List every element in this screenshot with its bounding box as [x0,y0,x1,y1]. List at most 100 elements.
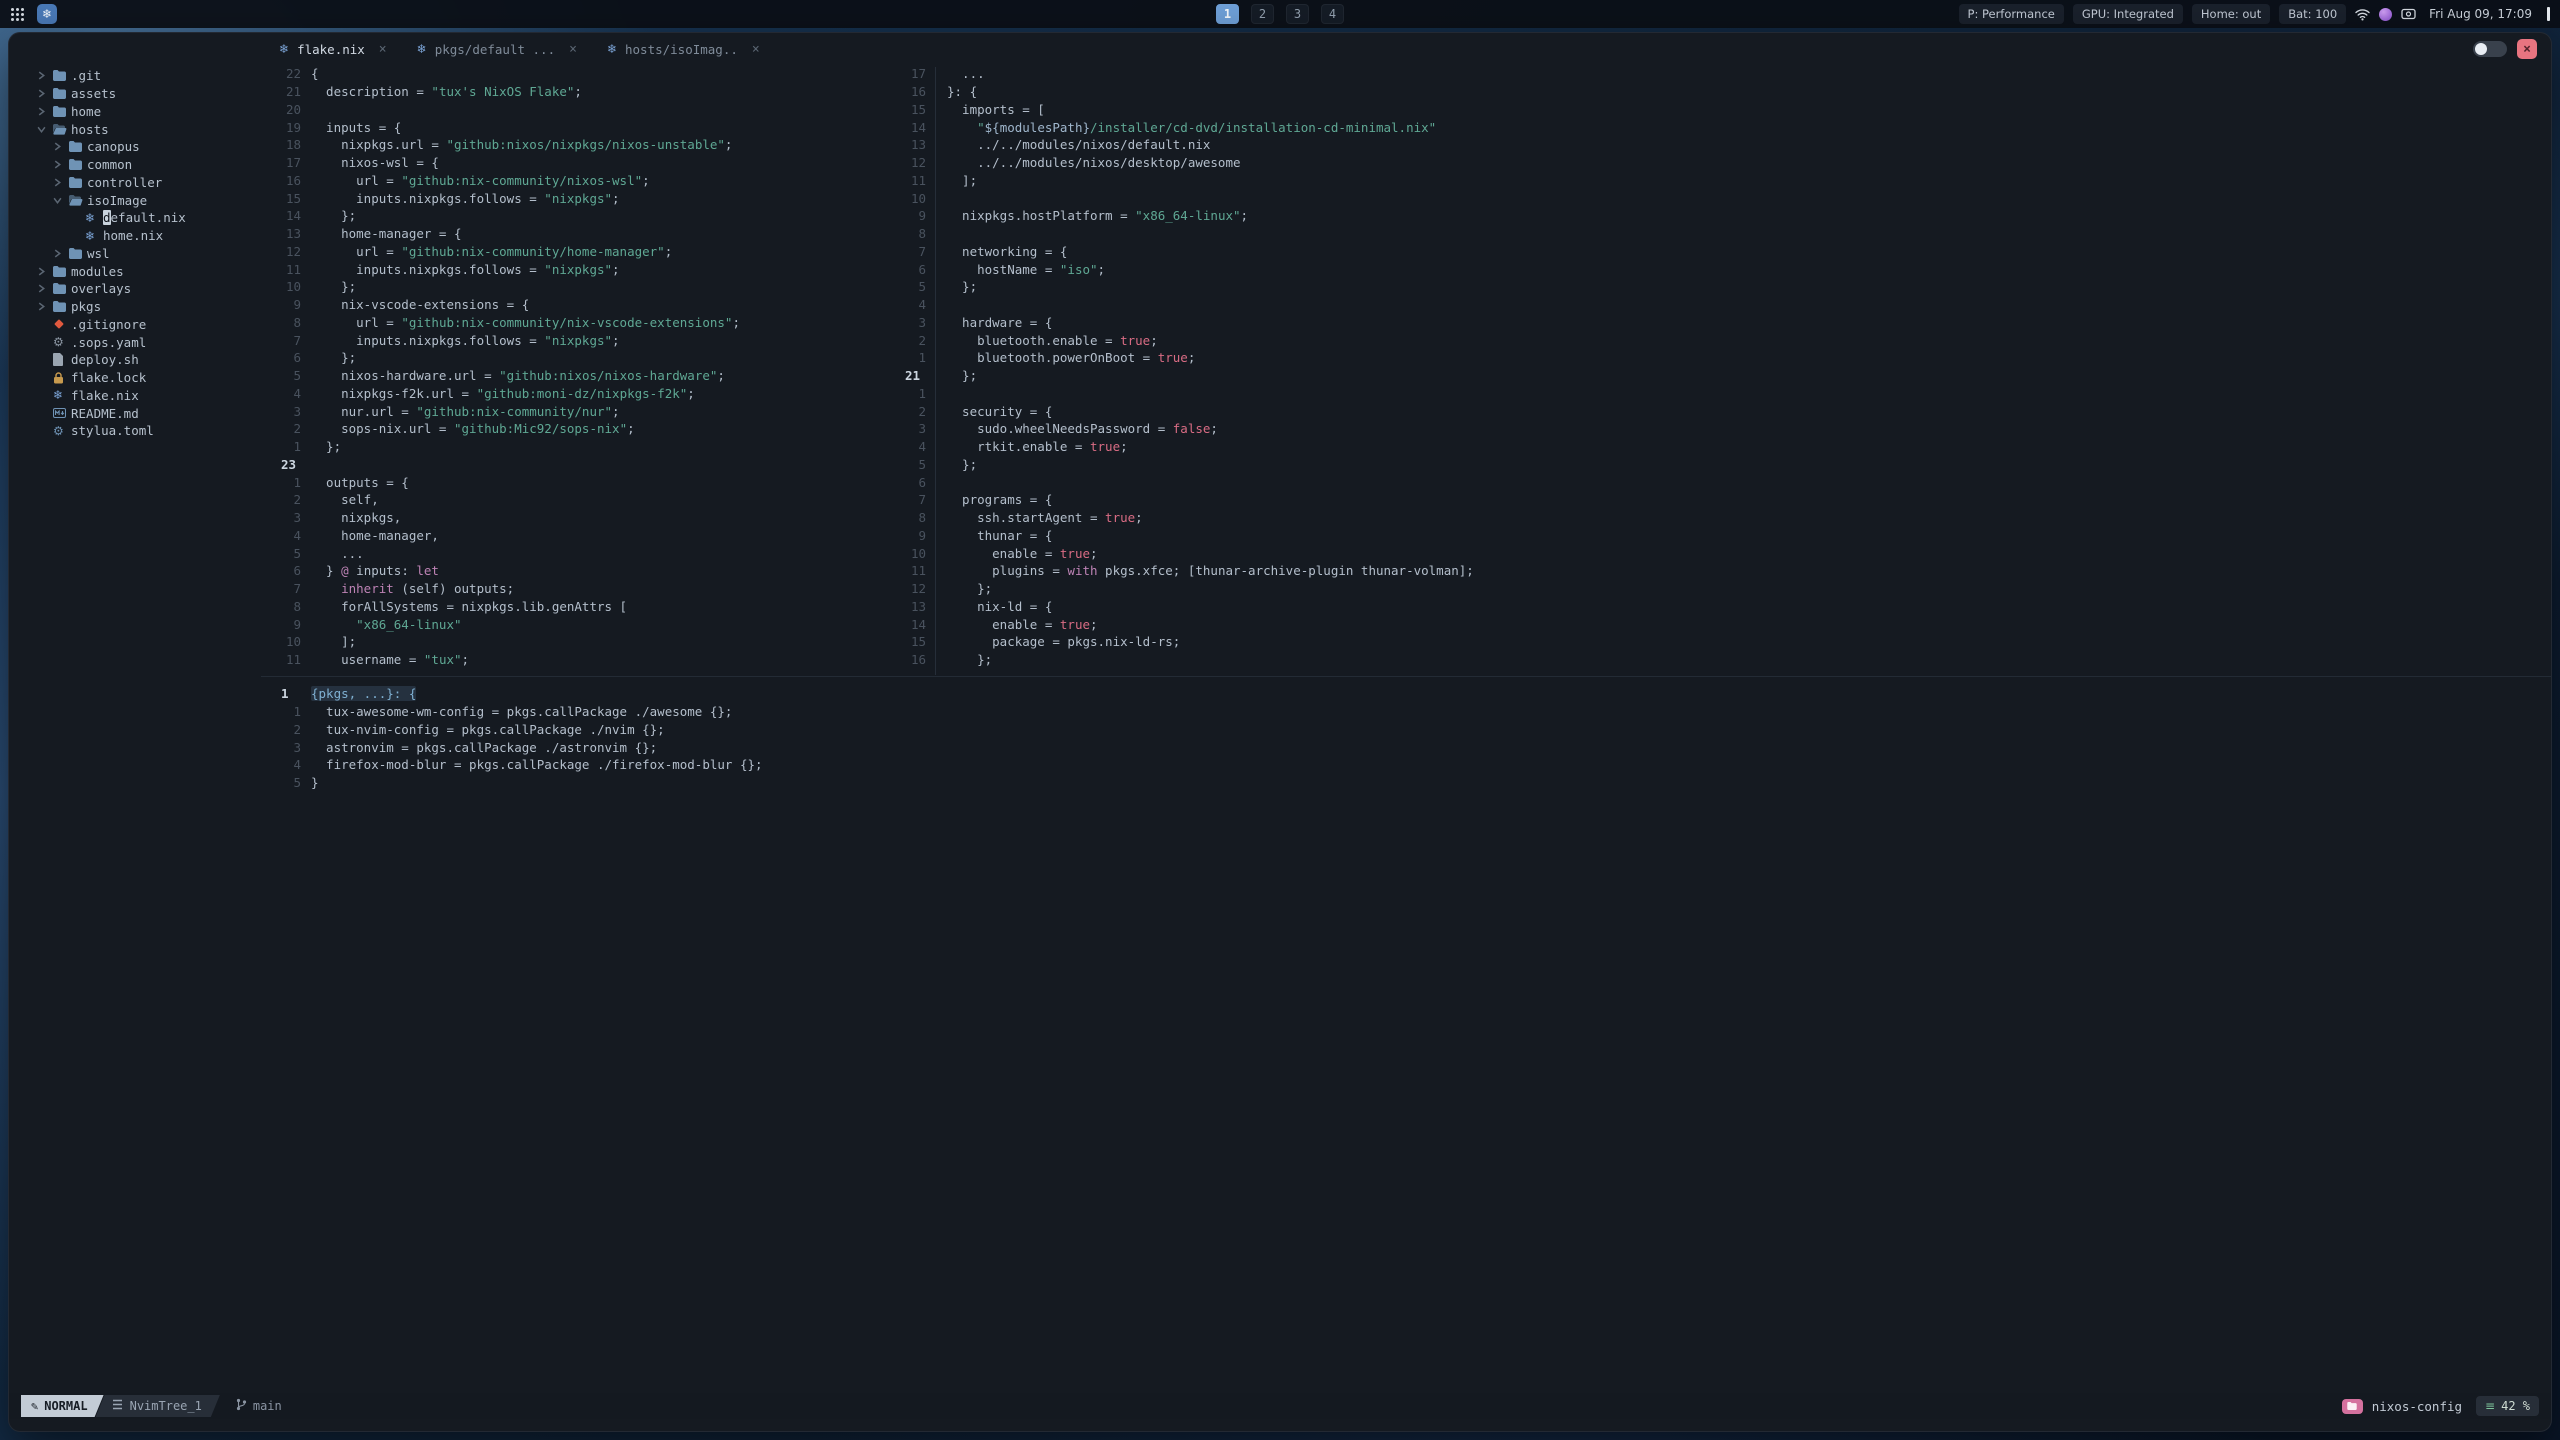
tree-item-sops-yaml[interactable]: ⚙ .sops.yaml [29,333,267,351]
close-tab-icon[interactable]: × [569,42,577,57]
code-line[interactable]: 16 url = "github:nix-community/nixos-wsl… [271,172,935,190]
workspace-2[interactable]: 2 [1251,4,1274,24]
color-picker-icon[interactable] [2379,7,2393,21]
code-line[interactable]: 3 astronvim = pkgs.callPackage ./astronv… [271,738,2539,756]
tree-item-modules[interactable]: modules [29,262,267,280]
code-line[interactable]: 17 ... [905,65,2539,83]
code-line[interactable]: 11 ]; [905,172,2539,190]
tab-pkgs-default[interactable]: ❄ pkgs/default ... × [417,42,577,57]
code-line[interactable]: 15 imports = [ [905,101,2539,119]
tree-item-home[interactable]: home [29,103,267,121]
tree-item-canopus[interactable]: canopus [29,138,267,156]
code-line[interactable]: 10 }; [271,278,935,296]
split-separator-horizontal[interactable] [261,676,2551,677]
code-line[interactable]: 9 "x86_64-linux" [271,615,935,633]
code-line[interactable]: 3 nixpkgs, [271,509,935,527]
code-line[interactable]: 6 }; [271,349,935,367]
code-line[interactable]: 5 ... [271,544,935,562]
chevron-right-icon[interactable] [53,142,69,151]
code-line[interactable]: 10 ]; [271,633,935,651]
code-line[interactable]: 3 nur.url = "github:nix-community/nur"; [271,402,935,420]
close-tab-icon[interactable]: × [752,42,760,57]
workspace-3[interactable]: 3 [1286,4,1309,24]
chevron-right-icon[interactable] [37,302,53,311]
code-line[interactable]: 4 home-manager, [271,527,935,545]
code-line[interactable]: 4 rtkit.enable = true; [905,438,2539,456]
code-line[interactable]: 5 }; [905,456,2539,474]
code-line[interactable]: 11 username = "tux"; [271,651,935,669]
code-line[interactable]: 11 inputs.nixpkgs.follows = "nixpkgs"; [271,260,935,278]
tree-item-controller[interactable]: controller [29,174,267,192]
chevron-right-icon[interactable] [37,107,53,116]
code-line[interactable]: 23 [271,456,935,474]
code-line[interactable]: 5 }; [905,278,2539,296]
code-line[interactable]: 18 nixpkgs.url = "github:nixos/nixpkgs/n… [271,136,935,154]
code-line[interactable]: 1 }; [271,438,935,456]
code-line[interactable]: 1 {pkgs, ...}: { [271,685,2539,703]
chevron-right-icon[interactable] [53,249,69,258]
code-line[interactable]: 1 bluetooth.powerOnBoot = true; [905,349,2539,367]
code-line[interactable]: 3 sudo.wheelNeedsPassword = false; [905,420,2539,438]
code-line[interactable]: 8 ssh.startAgent = true; [905,509,2539,527]
chevron-right-icon[interactable] [37,284,53,293]
code-line[interactable]: 10 [905,189,2539,207]
code-line[interactable]: 2 security = { [905,402,2539,420]
code-line[interactable]: 1 outputs = { [271,473,935,491]
code-line[interactable]: 6 hostName = "iso"; [905,260,2539,278]
code-line[interactable]: 15 inputs.nixpkgs.follows = "nixpkgs"; [271,189,935,207]
tree-item-flake-lock[interactable]: flake.lock [29,369,267,387]
code-line[interactable]: 9 nixpkgs.hostPlatform = "x86_64-linux"; [905,207,2539,225]
chevron-right-icon[interactable] [53,160,69,169]
code-line[interactable]: 21 description = "tux's NixOS Flake"; [271,83,935,101]
code-line[interactable]: 7 inputs.nixpkgs.follows = "nixpkgs"; [271,331,935,349]
tree-item-home-nix[interactable]: ❄ home.nix [29,227,267,245]
code-line[interactable]: 20 [271,101,935,119]
code-line[interactable]: 5 nixos-hardware.url = "github:nixos/nix… [271,367,935,385]
tab-flake-nix[interactable]: ❄ flake.nix × [279,42,387,57]
code-line[interactable]: 9 nix-vscode-extensions = { [271,296,935,314]
tree-item-hosts[interactable]: hosts [29,120,267,138]
app-launcher-icon[interactable] [10,7,25,22]
code-line[interactable]: 13 ../../modules/nixos/default.nix [905,136,2539,154]
code-line[interactable]: 14 "${modulesPath}/installer/cd-dvd/inst… [905,118,2539,136]
chevron-right-icon[interactable] [37,71,53,80]
code-line[interactable]: 2 tux-nvim-config = pkgs.callPackage ./n… [271,721,2539,739]
tree-item-isoimage[interactable]: isoImage [29,191,267,209]
tree-item-git[interactable]: .git [29,67,267,85]
tree-item-overlays[interactable]: overlays [29,280,267,298]
chevron-right-icon[interactable] [37,267,53,276]
code-line[interactable]: 17 nixos-wsl = { [271,154,935,172]
pin-toggle[interactable] [2473,41,2507,57]
code-line[interactable]: 9 thunar = { [905,527,2539,545]
code-line[interactable]: 12 ../../modules/nixos/desktop/awesome [905,154,2539,172]
code-line[interactable]: 4 [905,296,2539,314]
code-line[interactable]: 16 }; [905,651,2539,669]
code-line[interactable]: 12 url = "github:nix-community/home-mana… [271,243,935,261]
tab-hosts-isoimag[interactable]: ❄ hosts/isoImag.. × [607,42,760,57]
chevron-right-icon[interactable] [53,178,69,187]
code-line[interactable]: 2 bluetooth.enable = true; [905,331,2539,349]
code-line[interactable]: 7 programs = { [905,491,2539,509]
close-tab-icon[interactable]: × [379,42,387,57]
code-line[interactable]: 1 [905,385,2539,403]
code-line[interactable]: 13 nix-ld = { [905,598,2539,616]
tree-item-common[interactable]: common [29,156,267,174]
code-line[interactable]: 11 plugins = with pkgs.xfce; [thunar-arc… [905,562,2539,580]
tree-item-default-nix[interactable]: ❄ default.nix [29,209,267,227]
code-line[interactable]: 5} [271,774,2539,792]
workspace-4[interactable]: 4 [1321,4,1344,24]
code-line[interactable]: 13 home-manager = { [271,225,935,243]
code-line[interactable]: 4 firefox-mod-blur = pkgs.callPackage ./… [271,756,2539,774]
code-line[interactable]: 4 nixpkgs-f2k.url = "github:moni-dz/nixp… [271,385,935,403]
tree-item-flake-nix[interactable]: ❄ flake.nix [29,387,267,405]
chevron-down-icon[interactable] [53,196,69,205]
workspace-1[interactable]: 1 [1216,4,1239,24]
tree-item-wsl[interactable]: wsl [29,245,267,263]
code-line[interactable]: 16}: { [905,83,2539,101]
close-window-button[interactable]: × [2517,39,2537,59]
chevron-right-icon[interactable] [37,89,53,98]
code-line[interactable]: 7 networking = { [905,243,2539,261]
tree-item-stylua-toml[interactable]: ⚙ stylua.toml [29,422,267,440]
code-line[interactable]: 2 sops-nix.url = "github:Mic92/sops-nix"… [271,420,935,438]
tree-item-gitignore[interactable]: .gitignore [29,316,267,334]
